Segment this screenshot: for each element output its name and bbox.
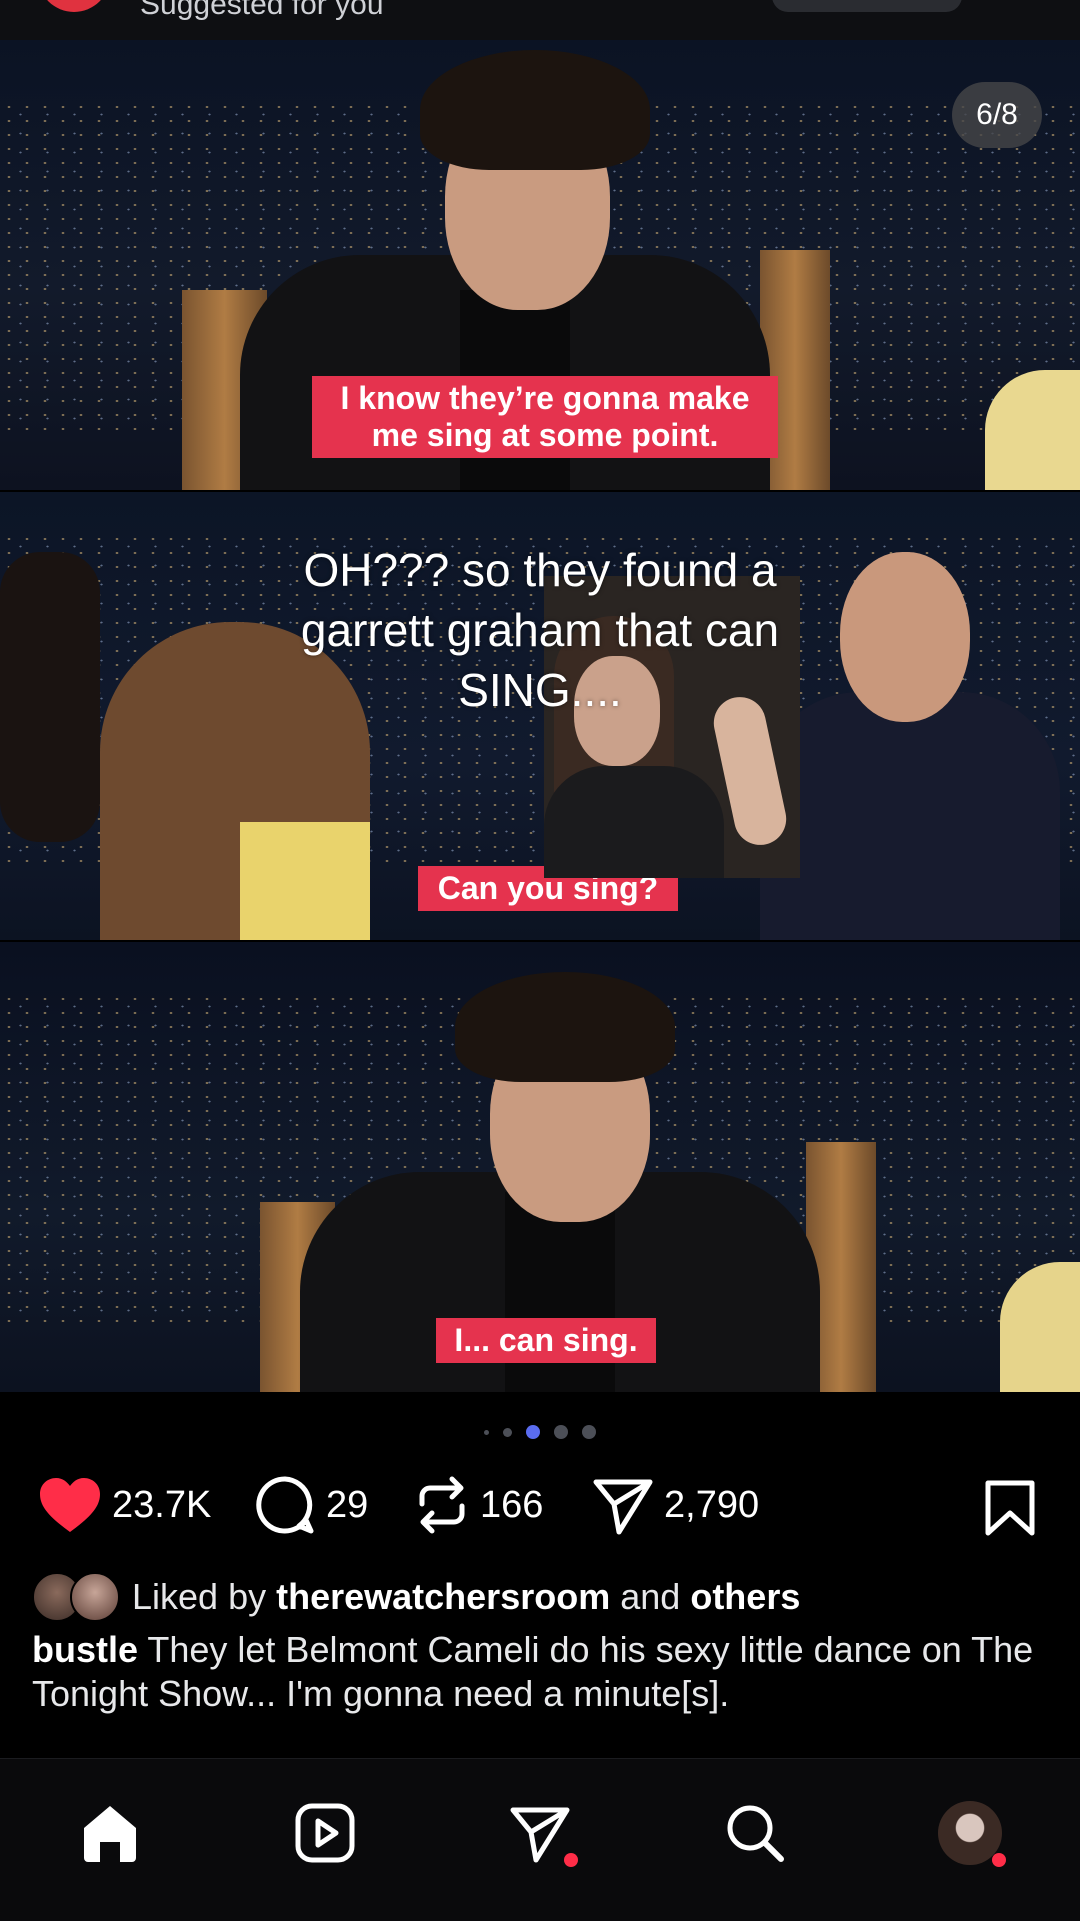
notification-dot — [992, 1853, 1006, 1867]
caption-text: They let Belmont Cameli do his sexy litt… — [32, 1629, 1034, 1714]
search-icon — [727, 1805, 784, 1862]
reels-icon — [295, 1803, 355, 1863]
host-head — [840, 552, 970, 722]
account-avatar[interactable] — [38, 0, 110, 12]
suggested-label: Suggested for you — [140, 0, 384, 21]
slide-counter: 6/8 — [952, 82, 1042, 148]
follow-button[interactable] — [772, 0, 962, 12]
bottom-navigation — [0, 1758, 1080, 1921]
subtitle-1: I know they’re gonna make me sing at some… — [312, 376, 778, 458]
carousel-dot — [582, 1425, 596, 1439]
post-caption: bustle They let Belmont Cameli do his se… — [32, 1628, 1052, 1716]
liked-by-user[interactable]: therewatchersroom — [276, 1576, 610, 1618]
liked-by-middle: and — [620, 1576, 681, 1617]
nav-profile[interactable] — [930, 1793, 1010, 1873]
repost-button[interactable]: 166 — [414, 1470, 543, 1540]
overlay-text: OH??? so they found a garrett graham tha… — [300, 544, 780, 716]
top-bar: Suggested for you — [0, 0, 1080, 41]
send-icon — [593, 1479, 653, 1535]
liked-by-prefix: Liked by — [132, 1576, 267, 1617]
carousel-dot-active — [526, 1425, 540, 1439]
carousel-indicator — [0, 1422, 1080, 1442]
media-panel-3: I... can sing. — [0, 942, 1080, 1392]
yellow-dress — [240, 822, 370, 940]
notification-dot — [564, 1853, 578, 1867]
nav-messages[interactable] — [500, 1793, 580, 1873]
nav-reels[interactable] — [285, 1793, 365, 1873]
comment-icon — [256, 1476, 314, 1534]
send-icon — [510, 1807, 570, 1863]
repost-icon — [419, 1476, 465, 1534]
liker-avatar — [70, 1572, 120, 1622]
post-media[interactable]: I know they’re gonna make me sing at some… — [0, 40, 1080, 1392]
comment-button[interactable]: 29 — [254, 1470, 368, 1540]
like-button[interactable]: 23.7K — [38, 1470, 211, 1540]
action-bar: 23.7K 29 166 2,790 — [0, 1470, 1080, 1540]
bookmark-icon[interactable] — [984, 1480, 1036, 1536]
nav-home[interactable] — [70, 1793, 150, 1873]
media-panel-1: I know they’re gonna make me sing at some… — [0, 40, 1080, 490]
share-button[interactable]: 2,790 — [592, 1470, 759, 1540]
repost-count: 166 — [480, 1483, 544, 1526]
home-icon — [84, 1806, 136, 1862]
carousel-dot — [503, 1427, 512, 1437]
subtitle-3: I... can sing. — [436, 1318, 656, 1363]
liked-by-others[interactable]: others — [690, 1576, 800, 1618]
liked-by-row[interactable]: Liked by therewatchersroom and others — [32, 1568, 800, 1626]
nav-search[interactable] — [715, 1793, 795, 1873]
comment-count: 29 — [326, 1483, 369, 1526]
carousel-dot — [484, 1429, 489, 1435]
host-suit — [760, 692, 1060, 940]
share-count: 2,790 — [664, 1483, 760, 1526]
post-author[interactable]: bustle — [32, 1629, 138, 1670]
heart-icon — [40, 1478, 100, 1532]
like-count: 23.7K — [112, 1483, 212, 1526]
guest-side-figure — [0, 552, 100, 842]
carousel-dot — [554, 1425, 568, 1439]
